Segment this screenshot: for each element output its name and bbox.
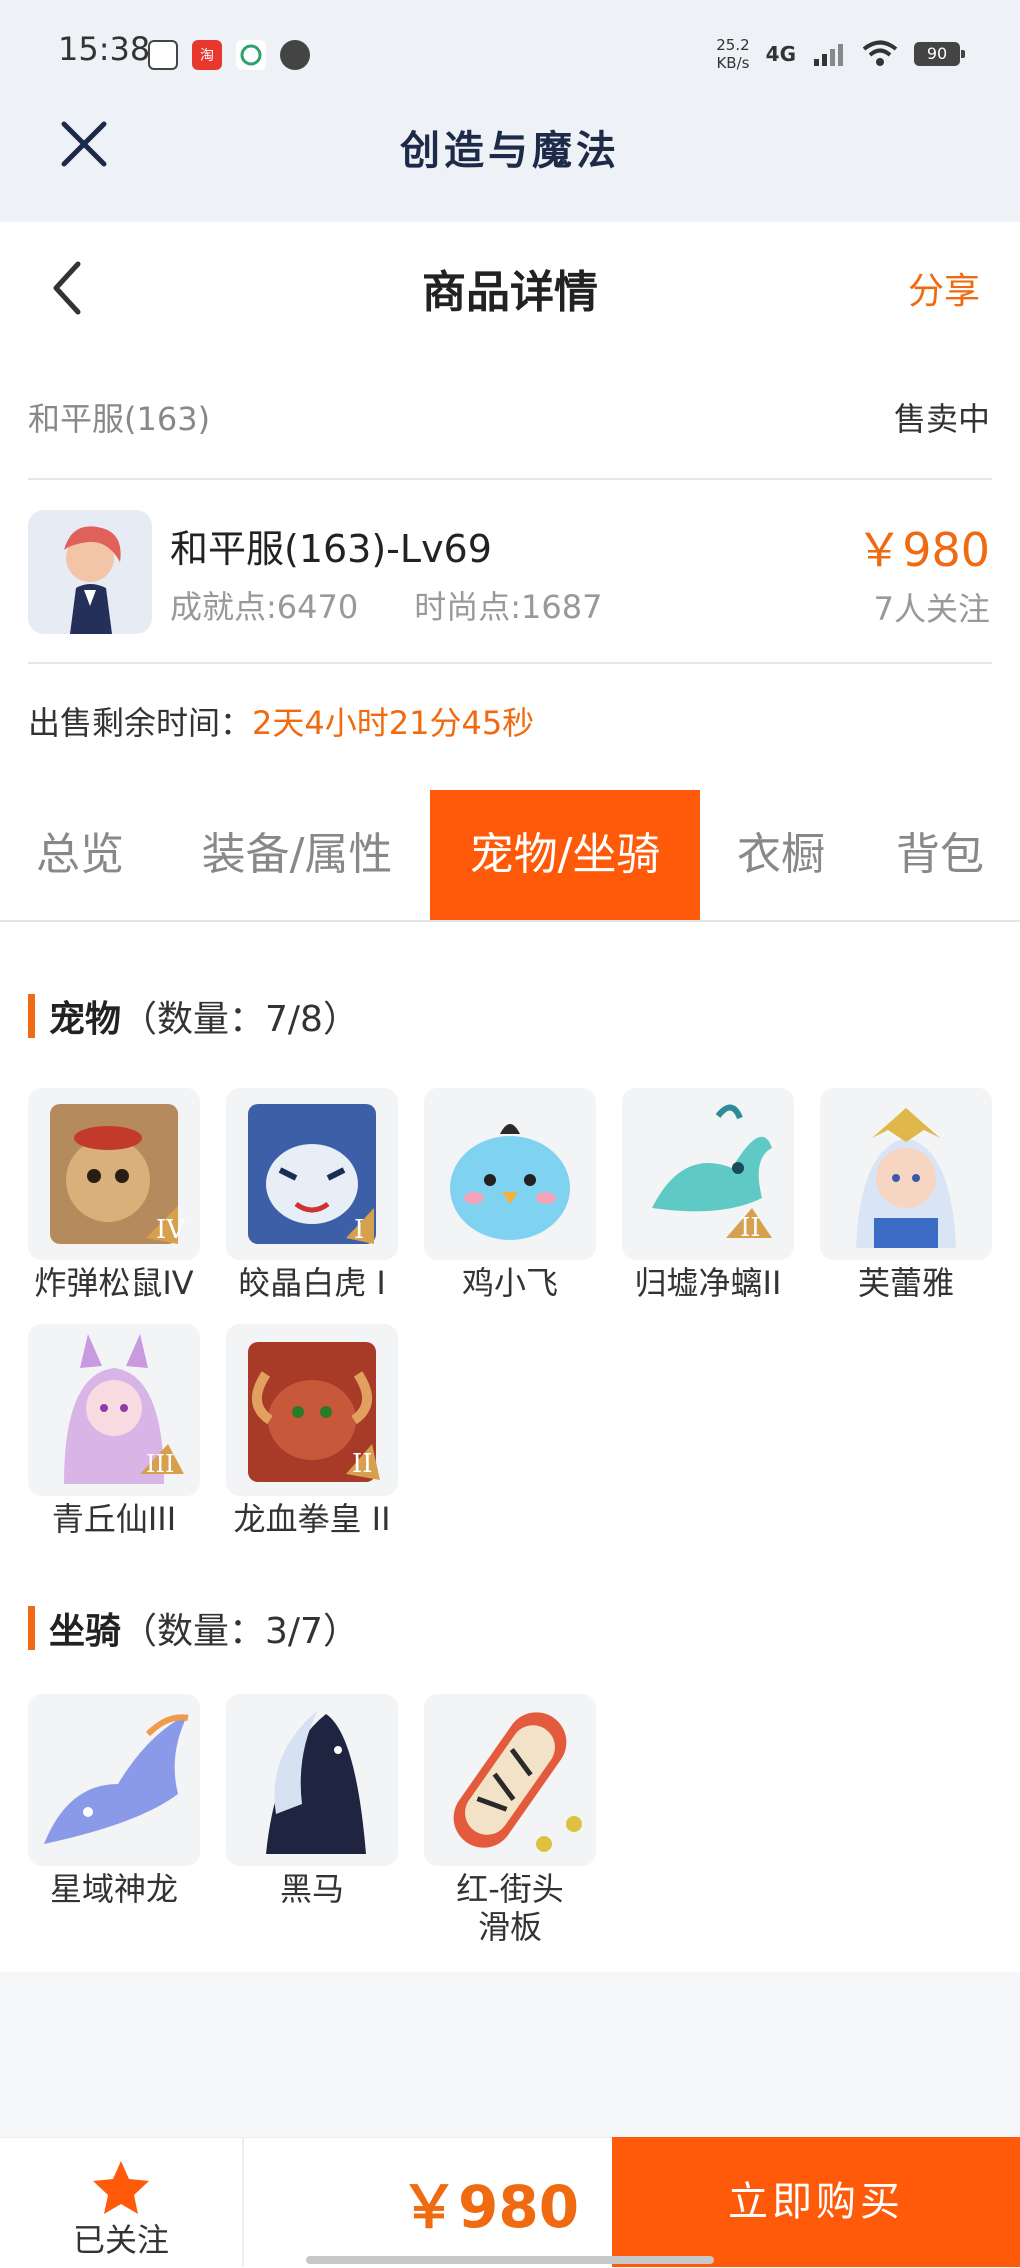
- pet-name: 归墟净螭II: [634, 1264, 782, 1302]
- page-title: 商品详情: [422, 267, 598, 318]
- section-accent-bar: [28, 994, 35, 1038]
- battery-icon: 90: [914, 42, 965, 66]
- speed-unit: KB/s: [716, 54, 750, 72]
- fashion-points: 时尚点:1687: [414, 588, 603, 626]
- fox-fairy-pet-icon: III: [28, 1324, 200, 1496]
- wifi-icon: [862, 40, 898, 66]
- mounts-section-header: 坐骑 （数量：3/7）: [28, 1602, 359, 1654]
- network-speed: 25.2 KB/s: [716, 36, 749, 72]
- mounts-title: 坐骑: [49, 1611, 122, 1652]
- star-icon: [93, 2161, 149, 2214]
- mount-name: 黑马: [279, 1870, 344, 1908]
- red-beast-pet-icon: II: [226, 1324, 398, 1496]
- remaining-value: 2天4小时21分45秒: [252, 704, 535, 742]
- mount-item[interactable]: 黑马: [226, 1694, 398, 1908]
- mount-item[interactable]: 星域神龙: [28, 1694, 200, 1908]
- pet-item[interactable]: 鸡小飞: [424, 1088, 596, 1302]
- svg-text:I: I: [354, 1215, 364, 1245]
- pet-name: 芙蕾雅: [857, 1264, 954, 1302]
- follower-count: 7人关注: [873, 590, 990, 628]
- bottom-price: ￥980: [400, 2173, 580, 2241]
- tv-app-icon: [148, 40, 178, 70]
- status-time: 15:38: [58, 30, 151, 68]
- app-title: 创造与魔法: [400, 127, 620, 174]
- svg-text:II: II: [352, 1449, 373, 1479]
- svg-text:II: II: [740, 1213, 761, 1243]
- pets-count: （数量：7/8）: [121, 999, 359, 1040]
- tab-pets-mounts[interactable]: 宠物/坐骑: [430, 790, 700, 920]
- cat-app-icon: [280, 40, 310, 70]
- white-tiger-pet-icon: I: [226, 1088, 398, 1260]
- mobile-app-icon: [236, 40, 266, 70]
- skateboard-mount-icon: [424, 1694, 596, 1866]
- pet-name: 龙血拳皇 II: [233, 1500, 391, 1538]
- follow-button[interactable]: 已关注: [0, 2137, 242, 2267]
- mount-name: 红-街头滑板: [456, 1870, 564, 1946]
- svg-text:III: III: [146, 1450, 174, 1478]
- speed-value: 25.2: [716, 36, 750, 54]
- taobao-app-icon: 淘: [192, 40, 222, 70]
- pet-name: 皎晶白虎 I: [238, 1264, 386, 1302]
- mount-name: 星域神龙: [49, 1870, 178, 1908]
- pets-section-header: 宠物 （数量：7/8）: [28, 990, 359, 1042]
- pet-name: 青丘仙III: [51, 1500, 177, 1538]
- tab-equipment[interactable]: 装备/属性: [166, 790, 428, 920]
- squirrel-pet-icon: IV: [28, 1088, 200, 1260]
- server-name: 和平服(163): [28, 400, 211, 438]
- svg-text:IV: IV: [156, 1215, 186, 1245]
- achievement-points: 成就点:6470: [170, 588, 359, 626]
- follow-label: 已关注: [72, 2221, 169, 2259]
- remaining-label: 出售剩余时间：: [28, 704, 253, 742]
- section-accent-bar: [28, 1606, 35, 1650]
- fairy-girl-pet-icon: [820, 1088, 992, 1260]
- mounts-count: （数量：3/7）: [121, 1611, 359, 1652]
- star-dragon-mount-icon: [28, 1694, 200, 1866]
- divider: [28, 478, 992, 480]
- buy-now-button[interactable]: 立即购买: [612, 2137, 1020, 2267]
- tab-bar: 总览 装备/属性 宠物/坐骑 衣橱 背包: [0, 790, 1020, 922]
- listing-price: ￥980: [856, 523, 990, 577]
- pet-item[interactable]: II 归墟净螭II: [622, 1088, 794, 1302]
- sea-dragon-pet-icon: II: [622, 1088, 794, 1260]
- share-button[interactable]: 分享: [908, 262, 980, 314]
- tab-backpack[interactable]: 背包: [870, 790, 1010, 920]
- network-4g-label: 4G: [765, 42, 796, 66]
- app-top-bar: [0, 0, 1020, 222]
- pet-item[interactable]: IV 炸弹松鼠IV: [28, 1088, 200, 1302]
- pet-name: 鸡小飞: [461, 1264, 558, 1302]
- black-horse-mount-icon: [226, 1694, 398, 1866]
- pet-item[interactable]: II 龙血拳皇 II: [226, 1324, 398, 1538]
- tab-overview[interactable]: 总览: [0, 790, 160, 920]
- account-avatar: [28, 510, 152, 634]
- pet-item[interactable]: I 皎晶白虎 I: [226, 1088, 398, 1302]
- status-right-icons: 25.2 KB/s 4G 90: [716, 36, 965, 72]
- account-name: 和平服(163)-Lv69: [170, 527, 492, 571]
- sale-status: 售卖中: [893, 400, 990, 438]
- pets-title: 宠物: [49, 999, 122, 1040]
- status-notification-icons: 淘: [148, 40, 310, 70]
- pet-item[interactable]: III 青丘仙III: [28, 1324, 200, 1538]
- pet-item[interactable]: 芙蕾雅: [820, 1088, 992, 1302]
- account-points: 成就点:6470 时尚点:1687: [170, 582, 602, 628]
- blue-chick-pet-icon: [424, 1088, 596, 1260]
- signal-icon: [814, 44, 843, 66]
- divider: [28, 662, 992, 664]
- divider: [242, 2137, 244, 2267]
- mount-item[interactable]: 红-街头滑板: [424, 1694, 596, 1946]
- home-indicator[interactable]: [306, 2256, 714, 2264]
- pet-name: 炸弹松鼠IV: [34, 1264, 194, 1302]
- tab-wardrobe[interactable]: 衣橱: [706, 790, 856, 920]
- remaining-time: 出售剩余时间：2天4小时21分45秒: [28, 698, 534, 744]
